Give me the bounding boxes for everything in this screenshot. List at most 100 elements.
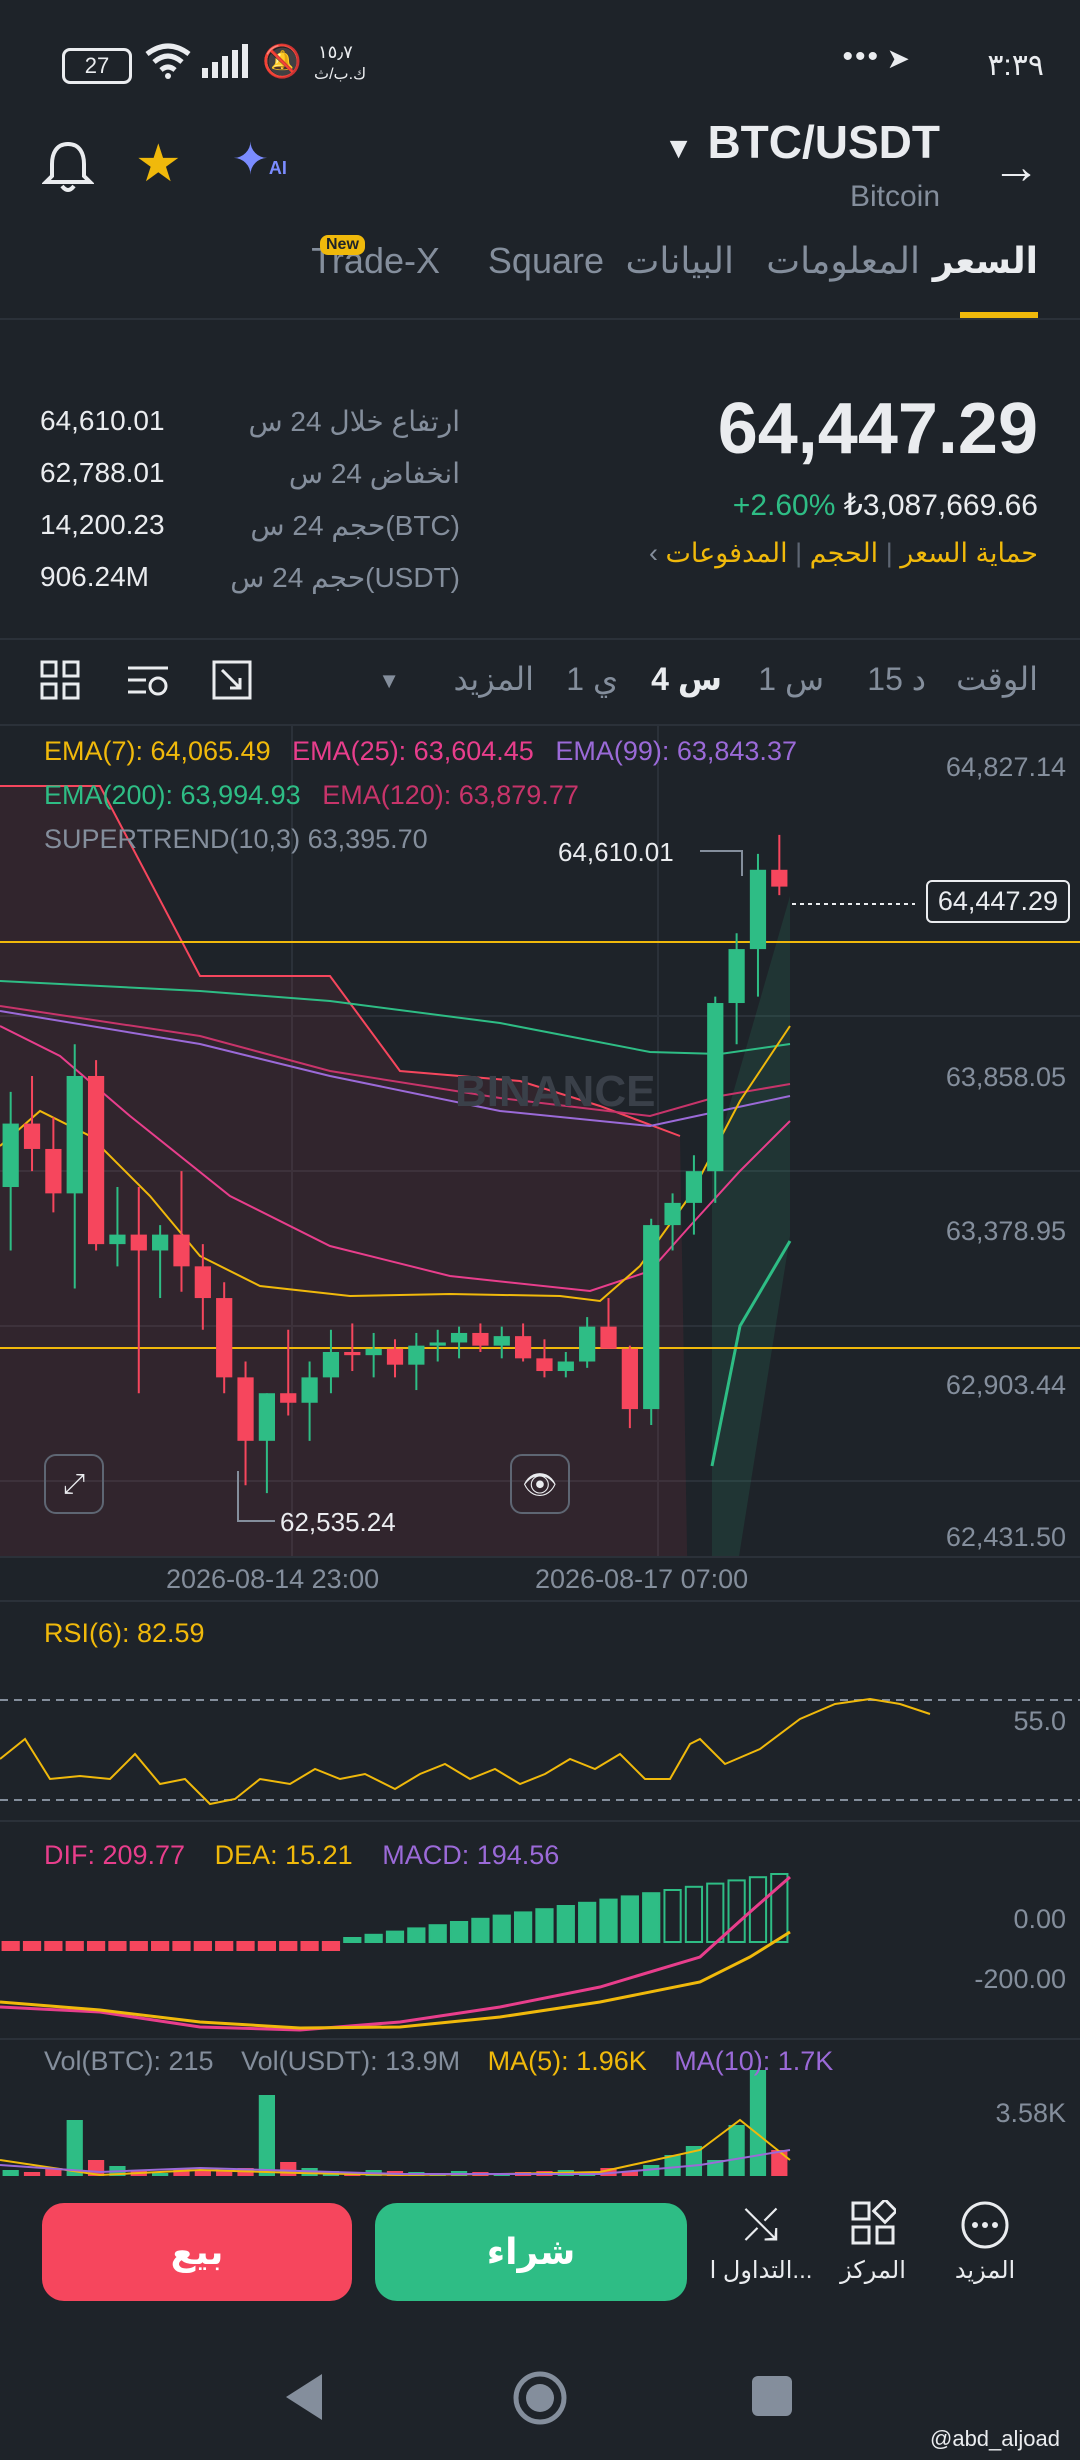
candle-body xyxy=(194,1266,211,1299)
candle-body xyxy=(749,869,767,950)
candle-body xyxy=(429,1342,446,1346)
macd-bar xyxy=(1,1941,20,1951)
macd-bar xyxy=(300,1941,319,1951)
divider xyxy=(0,318,1080,320)
tf-more[interactable]: المزيد xyxy=(454,660,535,698)
candle-body xyxy=(728,949,745,1004)
overflow-dots: ••• xyxy=(842,40,880,73)
macd-bar xyxy=(108,1941,127,1951)
vol-btc-label: Vol(BTC): 215 xyxy=(44,2046,214,2076)
forward-arrow-icon[interactable]: → xyxy=(992,140,1040,195)
pair-selector[interactable]: ▼ BTC/USDT xyxy=(664,115,940,169)
volume-bar xyxy=(749,2070,767,2180)
vol-btc-value: 14,200.23 xyxy=(40,509,165,540)
macd-bar xyxy=(706,1882,725,1943)
macd-bar xyxy=(556,1905,575,1943)
caret-down-icon: ▼ xyxy=(663,132,694,165)
macd-bar xyxy=(727,1879,746,1943)
sell-button[interactable]: بيع xyxy=(42,2203,352,2301)
candle-body xyxy=(130,1234,147,1251)
macd-bar xyxy=(428,1924,447,1943)
candle-body xyxy=(87,1075,105,1245)
candle-body xyxy=(152,1234,169,1251)
candle-body xyxy=(23,1123,41,1149)
star-favorite-icon[interactable]: ★ xyxy=(135,134,182,194)
signal-icon xyxy=(200,44,250,86)
candle-body xyxy=(771,869,788,887)
battery-icon: 27 xyxy=(62,48,132,84)
tf-15m[interactable]: 15 د xyxy=(867,660,926,698)
supertrend-label: SUPERTREND(10,3) 63,395.70 xyxy=(44,824,428,854)
macd-legend: DIF: 209.77 DEA: 15.21 MACD: 194.56 xyxy=(44,1840,559,1871)
candle-body xyxy=(45,1148,62,1194)
tab-data[interactable]: البيانات xyxy=(625,240,734,282)
y-tick: 62,903.44 xyxy=(945,1370,1066,1400)
buy-button[interactable]: شراء xyxy=(375,2203,687,2301)
dif-label: DIF: 209.77 xyxy=(44,1840,186,1870)
y-tick: 62,431.50 xyxy=(945,1522,1066,1552)
eye-icon[interactable]: 👁 xyxy=(510,1454,570,1514)
macd-bar xyxy=(599,1898,618,1943)
candle-body xyxy=(450,1332,468,1343)
y-tick: 64,827.14 xyxy=(945,752,1066,782)
tf-time[interactable]: الوقت xyxy=(956,660,1038,698)
macd-bar xyxy=(44,1941,63,1951)
macd-bar xyxy=(535,1908,554,1943)
candle-body xyxy=(579,1326,596,1362)
divider xyxy=(0,1600,1080,1602)
candle-body xyxy=(707,1003,724,1172)
high-marker-line xyxy=(700,850,743,876)
low-24h-label: انخفاض 24 س xyxy=(288,458,460,489)
grid-layout-icon[interactable] xyxy=(40,660,80,705)
high-24h-value: 64,610.01 xyxy=(40,405,165,436)
macd-bar xyxy=(492,1914,511,1943)
macd-bar xyxy=(642,1892,661,1943)
x-tick: 2026-08-17 07:00 xyxy=(535,1564,749,1594)
link-volume[interactable]: الحجم xyxy=(810,538,879,568)
bell-icon[interactable] xyxy=(41,140,95,205)
vol-usdt-value: 906.24M xyxy=(40,561,149,592)
candle-body xyxy=(557,1361,574,1372)
macd-bar xyxy=(770,1873,789,1943)
ai-sparkle-icon[interactable]: ✦AI xyxy=(232,134,287,185)
nav-home-icon[interactable] xyxy=(512,2370,568,2431)
last-price: 64,447.29 xyxy=(717,389,1038,469)
price-change: +2.60% xyxy=(732,489,836,522)
ema-legend-2: EMA(200): 63,994.93 EMA(120): 63,879.77 xyxy=(44,780,579,811)
telegram-icon: ➤ xyxy=(886,43,910,74)
price-change-row: +2.60% ₺3,087,669.66 xyxy=(733,488,1038,523)
trade-icon: ⤯ xyxy=(743,2200,779,2249)
indicator-settings-icon[interactable] xyxy=(126,662,170,705)
nav-back-icon[interactable] xyxy=(282,2372,326,2427)
fullscreen-icon[interactable]: ⤢ xyxy=(44,1454,104,1514)
link-price-protection[interactable]: حماية السعر xyxy=(900,538,1038,568)
macd-bar xyxy=(321,1941,341,1951)
candle-body xyxy=(258,1393,276,1441)
macd-bar xyxy=(364,1933,383,1944)
more-action[interactable]: المزيد xyxy=(930,2200,1040,2285)
volume-bar xyxy=(728,2125,745,2180)
candle-body xyxy=(685,1171,703,1203)
tf-1d[interactable]: 1 ي xyxy=(566,660,618,698)
position-action[interactable]: المركز xyxy=(818,2197,928,2285)
tf-1h[interactable]: 1 س xyxy=(758,660,824,698)
pair-name: Bitcoin xyxy=(849,180,940,213)
macd-label: MACD: 194.56 xyxy=(382,1840,560,1870)
fiat-price: ₺3,087,669.66 xyxy=(843,489,1038,522)
rsi-level: 55.0 xyxy=(1013,1706,1066,1736)
candle-body xyxy=(536,1358,553,1372)
tab-square[interactable]: Square xyxy=(488,240,604,282)
nav-recents-icon[interactable] xyxy=(752,2376,792,2416)
tf-4h[interactable]: 4 س xyxy=(651,660,722,698)
divider xyxy=(0,638,1080,640)
link-payments[interactable]: المدفوعات xyxy=(665,538,787,568)
tab-price[interactable]: السعر xyxy=(933,240,1038,282)
chart-expand-icon[interactable] xyxy=(212,660,252,705)
macd-bar xyxy=(215,1941,234,1951)
macd-bar xyxy=(620,1895,639,1943)
macd-bar xyxy=(471,1917,490,1944)
dea-label: DEA: 15.21 xyxy=(214,1840,353,1870)
macd-bar xyxy=(279,1941,298,1951)
tab-info[interactable]: المعلومات xyxy=(766,240,920,282)
trade-action[interactable]: ⤯ التداول ا... xyxy=(706,2200,816,2285)
